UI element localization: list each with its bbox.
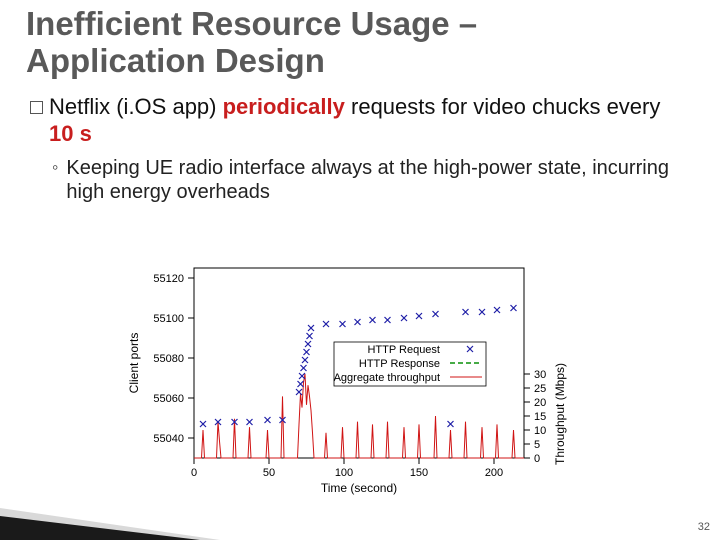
- yr-tick-label: 10: [534, 425, 546, 437]
- yl-tick-label: 55040: [153, 433, 184, 445]
- x-tick: 50: [263, 458, 275, 479]
- yl-tick: 55120: [153, 273, 194, 285]
- yr-tick: 10: [524, 425, 546, 437]
- yr-tick: 0: [524, 453, 540, 465]
- yl-tick: 55100: [153, 313, 194, 325]
- legend-request: HTTP Request: [367, 344, 440, 356]
- yl-tick-label: 55100: [153, 313, 184, 325]
- bullet-level-2: ◦ Keeping UE radio interface always at t…: [52, 156, 690, 205]
- x-tick-label: 150: [410, 467, 428, 479]
- yr-tick: 30: [524, 369, 546, 381]
- b1-part-d: 10 s: [49, 121, 92, 146]
- yl-tick: 55080: [153, 353, 194, 365]
- x-tick: 150: [410, 458, 428, 479]
- yr-tick: 20: [524, 397, 546, 409]
- yr-tick-label: 30: [534, 369, 546, 381]
- x-tick: 100: [335, 458, 353, 479]
- bullet-2-text: Keeping UE radio interface always at the…: [66, 156, 690, 205]
- title-line-1: Inefficient Resource Usage –: [26, 5, 477, 42]
- circle-bullet-icon: ◦: [52, 157, 58, 179]
- slide-title: Inefficient Resource Usage – Application…: [26, 6, 700, 80]
- x-tick-label: 50: [263, 467, 275, 479]
- x-tick: 200: [485, 458, 503, 479]
- x-tick-label: 0: [191, 467, 197, 479]
- yl-tick: 55060: [153, 393, 194, 405]
- b1-part-a: Netflix (i.OS app): [49, 94, 223, 119]
- yr-tick-label: 25: [534, 383, 546, 395]
- yr-tick-label: 5: [534, 439, 540, 451]
- title-line-2: Application Design: [26, 42, 325, 79]
- y-axis-right: 0 5 10 15 20 25 30 Throughput (Mbps): [524, 363, 567, 465]
- chart-svg: 0 50 100 150 200 Time (second) 55040 550…: [120, 254, 600, 504]
- b1-part-c: requests for video chucks every: [345, 94, 660, 119]
- page-number: 32: [698, 521, 710, 533]
- bullet-level-1: Netflix (i.OS app) periodically requests…: [30, 94, 690, 148]
- y-axis-right-label: Throughput (Mbps): [553, 363, 567, 465]
- yl-tick-label: 55080: [153, 353, 184, 365]
- square-bullet-icon: [30, 101, 43, 114]
- yl-tick-label: 55120: [153, 273, 184, 285]
- x-axis-label: Time (second): [321, 481, 397, 495]
- x-tick-label: 100: [335, 467, 353, 479]
- yr-tick-label: 15: [534, 411, 546, 423]
- b1-part-b: periodically: [223, 94, 345, 119]
- yr-tick: 25: [524, 383, 546, 395]
- yr-tick: 15: [524, 411, 546, 423]
- y-axis-left: 55040 55060 55080 55100 55120 Client por…: [127, 273, 194, 445]
- legend-throughput: Aggregate throughput: [334, 372, 440, 384]
- legend-response: HTTP Response: [359, 358, 440, 370]
- series-throughput: [194, 374, 524, 458]
- yr-tick-label: 0: [534, 453, 540, 465]
- yr-tick-label: 20: [534, 397, 546, 409]
- slide-body: Netflix (i.OS app) periodically requests…: [30, 94, 690, 204]
- x-tick: 0: [191, 458, 197, 479]
- y-axis-left-label: Client ports: [127, 333, 141, 394]
- bullet-1-text: Netflix (i.OS app) periodically requests…: [49, 94, 690, 148]
- slide: Inefficient Resource Usage – Application…: [0, 0, 720, 540]
- chart: 0 50 100 150 200 Time (second) 55040 550…: [120, 254, 600, 504]
- x-axis: 0 50 100 150 200 Time (second): [191, 458, 503, 495]
- x-tick-label: 200: [485, 467, 503, 479]
- yl-tick: 55040: [153, 433, 194, 445]
- legend: HTTP Request HTTP Response Aggregate thr…: [334, 342, 486, 386]
- yr-tick: 5: [524, 439, 540, 451]
- yl-tick-label: 55060: [153, 393, 184, 405]
